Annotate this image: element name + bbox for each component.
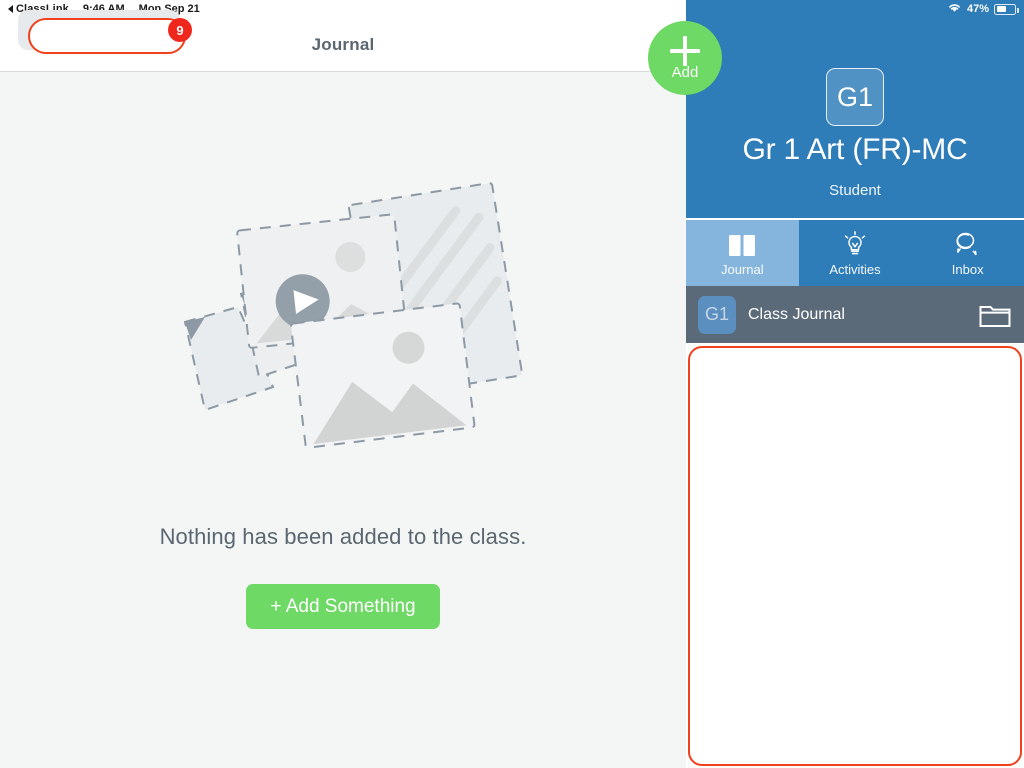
class-journal-avatar: G1 — [698, 295, 736, 334]
battery-icon — [994, 3, 1019, 15]
tab-activities-label: Activities — [829, 262, 881, 277]
tab-journal-label: Journal — [721, 262, 764, 277]
add-something-button[interactable]: + Add Something — [246, 584, 440, 629]
class-tabs: Journal Activities Inbox — [686, 220, 1024, 286]
class-role: Student — [829, 182, 881, 199]
chat-bubbles-icon — [951, 229, 985, 259]
empty-state-message: Nothing has been added to the class. — [159, 524, 527, 549]
class-journal-bar[interactable]: G1 Class Journal — [686, 286, 1024, 343]
journal-left-pane: ClassLink 9:46 AM Mon Sep 21 Journal 9 N… — [0, 0, 686, 768]
folder-icon[interactable] — [978, 301, 1012, 329]
tab-journal[interactable]: Journal — [686, 220, 799, 286]
triangle-left-icon — [8, 5, 13, 13]
journal-empty-state: Nothing has been added to the class. + A… — [0, 72, 686, 768]
tab-activities[interactable]: Activities — [799, 220, 912, 286]
tab-inbox-label: Inbox — [951, 262, 984, 277]
status-bar-right: 47% — [947, 0, 1019, 18]
class-avatar: G1 — [826, 68, 884, 126]
class-journal-label: Class Journal — [748, 305, 845, 323]
class-name: Gr 1 Art (FR)-MC — [742, 133, 968, 166]
tab-inbox[interactable]: Inbox — [911, 220, 1024, 286]
feed-empty-highlight[interactable] — [688, 346, 1022, 766]
class-journal-feed — [686, 343, 1024, 768]
notification-badge: 9 — [168, 18, 192, 42]
add-floating-button[interactable]: Add — [648, 21, 722, 95]
wifi-icon — [947, 2, 962, 16]
app-screen: ClassLink 9:46 AM Mon Sep 21 Journal 9 N… — [0, 0, 1024, 768]
lightbulb-icon — [840, 229, 870, 259]
class-right-pane: 47% G1 Gr 1 Art (FR)-MC Student Journal — [686, 0, 1024, 768]
add-floating-button-label: Add — [671, 63, 699, 81]
battery-percent: 47% — [966, 3, 989, 15]
plus-icon — [670, 35, 700, 66]
open-book-icon — [727, 229, 757, 259]
header-back-button-highlight[interactable] — [28, 18, 186, 54]
empty-media-cards-illustration — [143, 172, 543, 502]
